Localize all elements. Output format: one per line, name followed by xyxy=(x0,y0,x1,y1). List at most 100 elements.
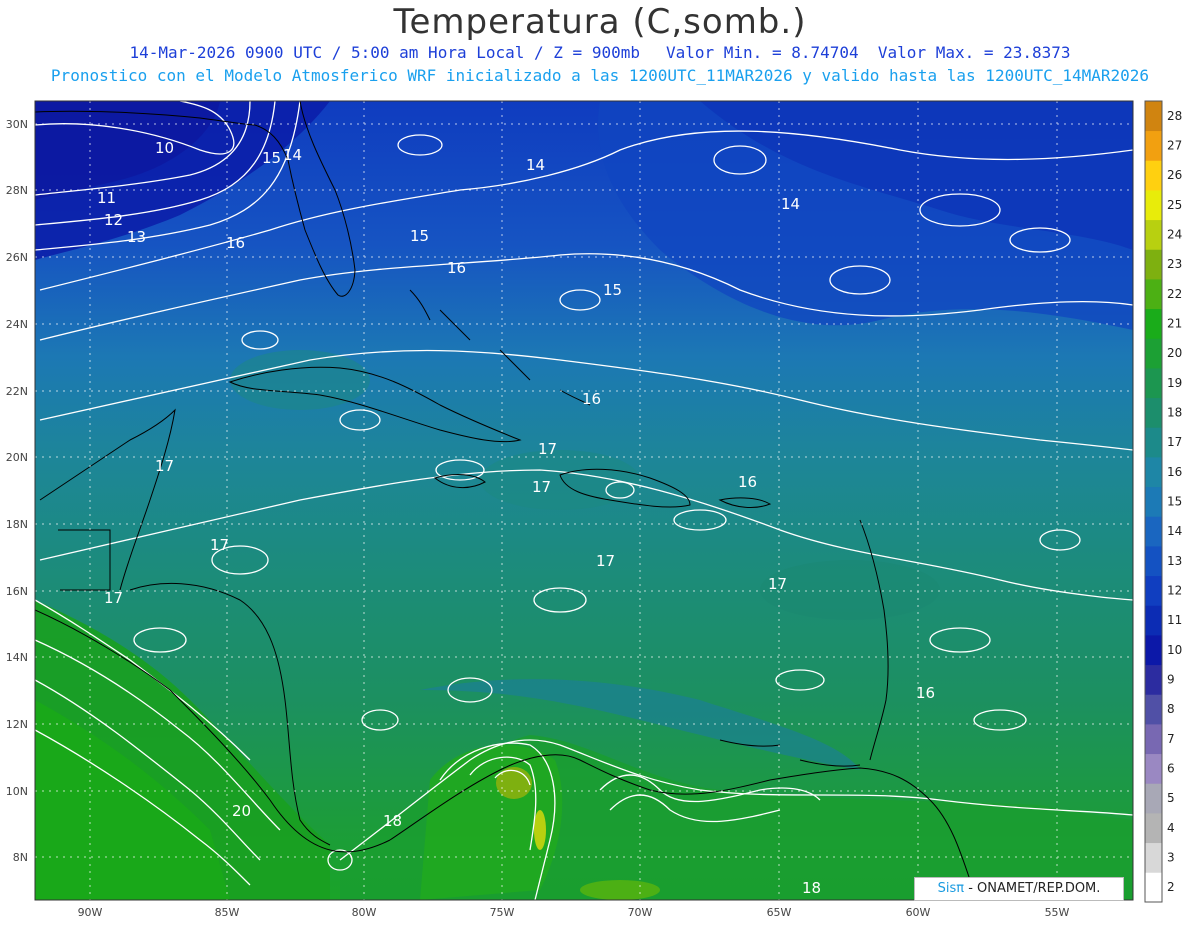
colorbar-level-label: 26 xyxy=(1167,168,1182,182)
colorbar-level-label: 10 xyxy=(1167,643,1182,657)
colorbar-swatch xyxy=(1145,160,1162,191)
colorbar-level-label: 19 xyxy=(1167,376,1182,390)
contour-label: 13 xyxy=(127,228,146,246)
colorbar: 2345678910111213141516171819202122232425… xyxy=(1144,100,1182,903)
colorbar-swatch xyxy=(1145,486,1162,517)
contour-label: 18 xyxy=(802,879,821,897)
colorbar-swatch xyxy=(1145,635,1162,666)
colorbar-swatch xyxy=(1145,190,1162,221)
colorbar-swatch xyxy=(1145,724,1162,755)
colorbar-level-label: 7 xyxy=(1167,732,1175,746)
colorbar-swatch xyxy=(1145,308,1162,339)
colorbar-swatch xyxy=(1145,813,1162,844)
colorbar-level-label: 5 xyxy=(1167,791,1175,805)
colorbar-level-label: 25 xyxy=(1167,198,1182,212)
colorbar-swatch xyxy=(1145,427,1162,458)
sispi-logo: Sisπ xyxy=(937,881,965,896)
lat-tick-label: 18N xyxy=(6,518,28,531)
lon-tick-label: 75W xyxy=(490,906,515,919)
colorbar-level-label: 28 xyxy=(1167,109,1182,123)
lon-tick-label: 60W xyxy=(906,906,931,919)
contour-label: 10 xyxy=(155,139,174,157)
contour-label: 17 xyxy=(155,457,174,475)
lat-tick-label: 22N xyxy=(6,385,28,398)
contour-label: 17 xyxy=(768,575,787,593)
colorbar-level-label: 3 xyxy=(1167,851,1175,865)
contour-label: 16 xyxy=(738,473,757,491)
lat-tick-label: 24N xyxy=(6,318,28,331)
colorbar-swatch xyxy=(1145,575,1162,606)
colorbar-level-label: 11 xyxy=(1167,613,1182,627)
lat-tick-label: 30N xyxy=(6,118,28,131)
longitude-axis: 90W 85W 80W 75W 70W 65W 60W 55W xyxy=(78,906,1070,919)
colorbar-level-label: 6 xyxy=(1167,762,1175,776)
colorbar-swatch xyxy=(1145,694,1162,725)
credit-org-text: - ONAMET/REP.DOM. xyxy=(964,881,1101,896)
contour-label: 11 xyxy=(97,189,116,207)
colorbar-level-label: 17 xyxy=(1167,435,1182,449)
lat-tick-label: 20N xyxy=(6,451,28,464)
contour-label: 17 xyxy=(104,589,123,607)
lon-tick-label: 55W xyxy=(1045,906,1070,919)
colorbar-level-label: 8 xyxy=(1167,702,1175,716)
colorbar-swatch xyxy=(1145,516,1162,547)
contour-label: 17 xyxy=(538,440,557,458)
lon-tick-label: 70W xyxy=(628,906,653,919)
contour-label: 16 xyxy=(447,259,466,277)
colorbar-level-label: 23 xyxy=(1167,257,1182,271)
contour-label: 14 xyxy=(781,195,800,213)
contour-label: 15 xyxy=(262,149,281,167)
colorbar-level-label: 4 xyxy=(1167,821,1175,835)
contour-label: 15 xyxy=(603,281,622,299)
colorbar-level-label: 24 xyxy=(1167,228,1182,242)
colorbar-swatch xyxy=(1145,101,1162,132)
colorbar-level-label: 2 xyxy=(1167,880,1175,894)
temperature-map-figure: 10 11 12 13 15 14 16 15 16 15 14 14 16 1… xyxy=(6,100,1182,919)
lon-tick-label: 85W xyxy=(215,906,240,919)
colorbar-level-label: 14 xyxy=(1167,524,1182,538)
contour-label: 14 xyxy=(283,146,302,164)
colorbar-swatch xyxy=(1145,872,1162,903)
contour-label: 20 xyxy=(232,802,251,820)
contour-label: 12 xyxy=(104,211,123,229)
colorbar-level-label: 20 xyxy=(1167,346,1182,360)
lat-tick-label: 12N xyxy=(6,718,28,731)
contour-label: 17 xyxy=(596,552,615,570)
shaded-field xyxy=(35,101,1133,900)
contour-label: 16 xyxy=(226,234,245,252)
contour-label: 18 xyxy=(383,812,402,830)
lat-tick-label: 16N xyxy=(6,585,28,598)
colorbar-level-label: 9 xyxy=(1167,673,1175,687)
colorbar-swatch xyxy=(1145,546,1162,577)
colorbar-level-label: 27 xyxy=(1167,139,1182,153)
contour-label: 16 xyxy=(582,390,601,408)
colorbar-level-label: 12 xyxy=(1167,584,1182,598)
lat-tick-label: 10N xyxy=(6,785,28,798)
colorbar-swatch xyxy=(1145,397,1162,428)
contour-label: 15 xyxy=(410,227,429,245)
credit-box: Sisπ - ONAMET/REP.DOM. xyxy=(914,877,1124,901)
contour-label: 17 xyxy=(210,536,229,554)
lat-tick-label: 26N xyxy=(6,251,28,264)
colorbar-swatch xyxy=(1145,368,1162,399)
lat-tick-label: 28N xyxy=(6,184,28,197)
latitude-axis: 30N 28N 26N 24N 22N 20N 18N 16N 14N 12N … xyxy=(6,118,28,864)
colorbar-swatch xyxy=(1145,457,1162,488)
colorbar-swatch xyxy=(1145,842,1162,873)
contour-label: 17 xyxy=(532,478,551,496)
colorbar-level-label: 16 xyxy=(1167,465,1182,479)
colorbar-level-label: 15 xyxy=(1167,495,1182,509)
colorbar-level-label: 21 xyxy=(1167,317,1182,331)
colorbar-level-label: 22 xyxy=(1167,287,1182,301)
lon-tick-label: 65W xyxy=(767,906,792,919)
colorbar-level-label: 18 xyxy=(1167,406,1182,420)
colorbar-swatch xyxy=(1145,605,1162,636)
contour-label: 14 xyxy=(526,156,545,174)
lon-tick-label: 80W xyxy=(352,906,377,919)
colorbar-level-label: 13 xyxy=(1167,554,1182,568)
colorbar-swatch xyxy=(1145,249,1162,280)
colorbar-swatch xyxy=(1145,130,1162,161)
colorbar-swatch xyxy=(1145,753,1162,784)
colorbar-swatch xyxy=(1145,279,1162,310)
colorbar-swatch xyxy=(1145,783,1162,814)
